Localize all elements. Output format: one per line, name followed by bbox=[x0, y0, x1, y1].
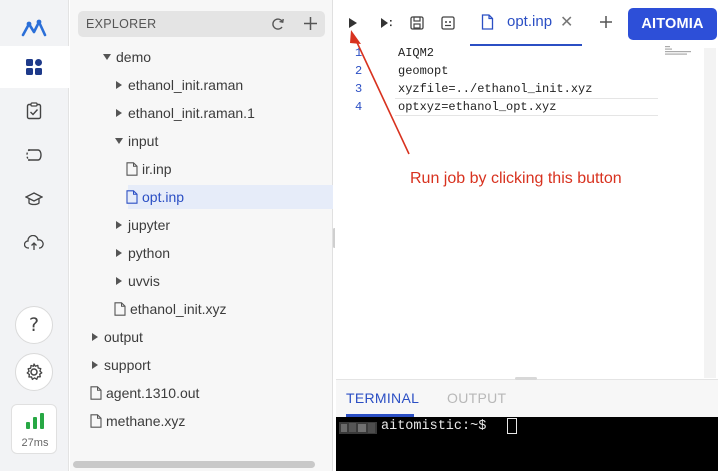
panel-tabbar: TERMINAL OUTPUT bbox=[336, 380, 718, 417]
add-icon[interactable] bbox=[302, 15, 319, 32]
chevron-down-icon[interactable] bbox=[114, 136, 124, 146]
logo-icon[interactable] bbox=[20, 14, 48, 42]
file-icon bbox=[126, 190, 138, 204]
tree-item-label: opt.inp bbox=[142, 189, 185, 205]
tree-item-label: ethanol_init.raman.1 bbox=[128, 105, 255, 121]
workflow-icon[interactable] bbox=[20, 141, 48, 169]
chevron-right-icon[interactable] bbox=[114, 248, 124, 258]
line-number: 3 bbox=[355, 82, 363, 96]
tree-file[interactable]: ethanol_init.xyz bbox=[70, 297, 333, 321]
explorer-title: EXPLORER bbox=[86, 17, 157, 31]
code-line: AIQM2 bbox=[398, 46, 435, 60]
run-step-icon[interactable] bbox=[378, 15, 396, 31]
terminal-cursor bbox=[507, 418, 517, 434]
code-line: xyzfile=../ethanol_init.xyz bbox=[398, 82, 593, 96]
clipboard-check-icon[interactable] bbox=[20, 97, 48, 125]
terminal[interactable]: aitomistic:~$ bbox=[336, 417, 718, 471]
tree-file[interactable]: ir.inp bbox=[70, 157, 333, 181]
chevron-down-icon[interactable] bbox=[102, 52, 112, 62]
terminal-prompt: aitomistic:~$ bbox=[381, 419, 495, 434]
file-icon bbox=[114, 302, 126, 316]
tree-folder[interactable]: jupyter bbox=[70, 213, 333, 237]
latency-value: 27ms bbox=[21, 437, 49, 449]
tree-item-label: ir.inp bbox=[142, 161, 172, 177]
tree-file[interactable]: opt.inp bbox=[126, 185, 333, 209]
tree-item-label: demo bbox=[116, 49, 152, 65]
tree-file[interactable]: agent.1310.out bbox=[70, 381, 333, 405]
redacted-username bbox=[339, 422, 377, 434]
tree-item-label: output bbox=[104, 329, 143, 345]
tree-item-label: input bbox=[128, 133, 159, 149]
help-button[interactable]: ? bbox=[15, 306, 53, 344]
tree-folder[interactable]: python bbox=[70, 241, 333, 265]
line-number: 1 bbox=[355, 46, 363, 60]
code-editor[interactable]: 1 2 3 4 AIQM2 geomopt xyzfile=../ethanol… bbox=[335, 46, 718, 380]
file-icon bbox=[90, 414, 102, 428]
code-line: optxyz=ethanol_opt.xyz bbox=[398, 100, 557, 114]
close-icon[interactable]: ✕ bbox=[560, 12, 573, 32]
run-icon[interactable] bbox=[345, 15, 361, 31]
tree-folder[interactable]: output bbox=[70, 325, 333, 349]
dashboard-icon[interactable] bbox=[20, 53, 48, 81]
chevron-right-icon[interactable] bbox=[114, 276, 124, 286]
tree-file[interactable]: methane.xyz bbox=[70, 409, 333, 433]
tree-item-label: jupyter bbox=[128, 217, 171, 233]
tree-item-label: agent.1310.out bbox=[106, 385, 200, 401]
line-number: 2 bbox=[355, 64, 363, 78]
editor-scrollbar[interactable] bbox=[704, 48, 716, 378]
tree-folder[interactable]: support bbox=[70, 353, 333, 377]
tree-folder[interactable]: ethanol_init.raman bbox=[70, 73, 333, 97]
tree-item-label: support bbox=[104, 357, 151, 373]
settings-button[interactable] bbox=[15, 353, 53, 391]
tree-folder[interactable]: ethanol_init.raman.1 bbox=[70, 101, 333, 125]
terminal-icon[interactable] bbox=[440, 15, 456, 31]
aitomia-button[interactable]: AITOMIA bbox=[628, 8, 717, 40]
tree-item-label: python bbox=[128, 245, 171, 261]
activity-bar: ? 27ms bbox=[0, 0, 69, 471]
chevron-right-icon[interactable] bbox=[90, 332, 100, 342]
file-icon bbox=[481, 14, 494, 30]
tree-item-label: uvvis bbox=[128, 273, 160, 289]
minimap[interactable] bbox=[665, 46, 693, 56]
tree-folder[interactable]: demo bbox=[70, 45, 333, 69]
tab-terminal[interactable]: TERMINAL bbox=[346, 390, 419, 406]
cloud-upload-icon[interactable] bbox=[20, 229, 48, 257]
code-line: geomopt bbox=[398, 64, 449, 78]
file-icon bbox=[126, 162, 138, 176]
signal-bars-icon bbox=[26, 413, 44, 429]
graduation-cap-icon[interactable] bbox=[20, 185, 48, 213]
latency-indicator: 27ms bbox=[11, 404, 57, 454]
explorer-header: EXPLORER bbox=[78, 11, 325, 37]
line-number: 4 bbox=[355, 100, 363, 114]
current-line-highlight bbox=[395, 115, 658, 116]
save-icon[interactable] bbox=[409, 15, 425, 31]
tree-item-label: ethanol_init.xyz bbox=[130, 301, 227, 317]
tree-folder[interactable]: input bbox=[70, 129, 333, 153]
chevron-right-icon[interactable] bbox=[90, 360, 100, 370]
chevron-right-icon[interactable] bbox=[114, 220, 124, 230]
tab-output[interactable]: OUTPUT bbox=[447, 390, 506, 406]
refresh-icon[interactable] bbox=[270, 16, 286, 32]
gear-icon bbox=[26, 363, 43, 381]
explorer-panel: EXPLORER demo ethanol_init.raman ethanol_i… bbox=[70, 0, 333, 471]
new-tab-icon[interactable] bbox=[597, 13, 615, 31]
explorer-scrollbar[interactable] bbox=[73, 461, 315, 468]
chevron-right-icon[interactable] bbox=[114, 80, 124, 90]
tree-item-label: methane.xyz bbox=[106, 413, 186, 429]
current-line-highlight bbox=[395, 98, 658, 99]
tab-label: opt.inp bbox=[507, 13, 553, 30]
annotation-label: Run job by clicking this button bbox=[410, 170, 622, 187]
chevron-right-icon[interactable] bbox=[114, 108, 124, 118]
tree-folder[interactable]: uvvis bbox=[70, 269, 333, 293]
question-icon: ? bbox=[28, 314, 40, 336]
tree-item-label: ethanol_init.raman bbox=[128, 77, 244, 93]
file-icon bbox=[90, 386, 102, 400]
